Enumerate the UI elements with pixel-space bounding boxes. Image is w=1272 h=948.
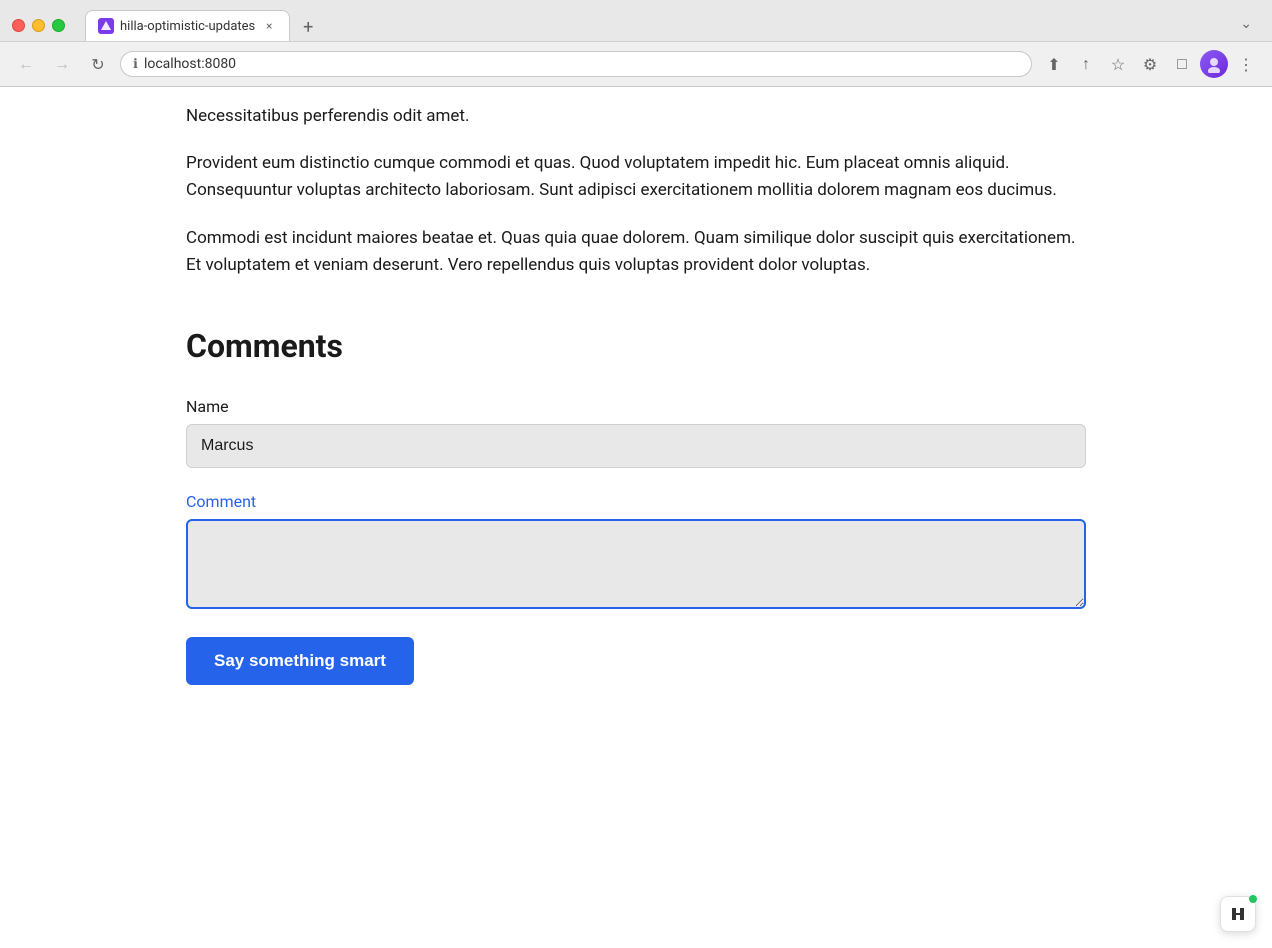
comment-textarea[interactable] — [186, 519, 1086, 609]
tab-close-button[interactable]: × — [261, 18, 277, 34]
tab-dropdown-button[interactable]: ⌄ — [1240, 16, 1252, 36]
paragraph-3: Commodi est incidunt maiores beatae et. … — [186, 225, 1086, 279]
share-button[interactable]: ↑ — [1072, 50, 1100, 78]
comment-field-group: Comment — [186, 492, 1086, 613]
submit-button[interactable]: Say something smart — [186, 637, 414, 685]
comments-heading: Comments — [186, 327, 1086, 365]
name-field-group: Name — [186, 397, 1086, 468]
comment-label: Comment — [186, 492, 1086, 511]
tab-favicon-icon — [98, 18, 114, 34]
comments-section: Comments Name Comment Say something smar… — [186, 327, 1086, 685]
close-window-button[interactable] — [12, 19, 25, 32]
name-input[interactable] — [186, 424, 1086, 468]
tab-bar: hilla-optimistic-updates × + — [85, 10, 1232, 41]
profile-avatar[interactable] — [1200, 50, 1228, 78]
back-button[interactable]: ← — [12, 50, 40, 78]
address-bar[interactable]: ℹ localhost:8080 — [120, 51, 1032, 77]
hilla-logo-icon — [1228, 904, 1248, 924]
maximize-window-button[interactable] — [52, 19, 65, 32]
active-tab[interactable]: hilla-optimistic-updates × — [85, 10, 290, 41]
browser-chrome: hilla-optimistic-updates × + ⌄ ← → ↻ ℹ l… — [0, 0, 1272, 87]
refresh-button[interactable]: ↻ — [84, 50, 112, 78]
nav-bar: ← → ↻ ℹ localhost:8080 ⬆ ↑ ☆ ⚙ □ ⋮ — [0, 41, 1272, 86]
minimize-window-button[interactable] — [32, 19, 45, 32]
new-tab-button[interactable]: + — [294, 13, 322, 41]
hilla-status-dot — [1249, 895, 1257, 903]
traffic-lights — [12, 19, 65, 32]
more-options-button[interactable]: ⋮ — [1232, 50, 1260, 78]
content-area: Necessitatibus perferendis odit amet. Pr… — [186, 87, 1086, 685]
title-bar: hilla-optimistic-updates × + ⌄ — [0, 0, 1272, 41]
extensions-button[interactable]: ⚙ — [1136, 50, 1164, 78]
sidebar-toggle-button[interactable]: □ — [1168, 50, 1196, 78]
security-icon: ℹ — [133, 57, 138, 72]
forward-button[interactable]: → — [48, 50, 76, 78]
name-label: Name — [186, 397, 1086, 416]
nav-actions: ⬆ ↑ ☆ ⚙ □ ⋮ — [1040, 50, 1260, 78]
paragraph-2: Provident eum distinctio cumque commodi … — [186, 150, 1086, 204]
tab-title: hilla-optimistic-updates — [120, 19, 255, 34]
bookmark-button[interactable]: ☆ — [1104, 50, 1132, 78]
avatar-image — [1200, 50, 1228, 78]
page-content: Necessitatibus perferendis odit amet. Pr… — [0, 87, 1272, 945]
paragraph-1: Necessitatibus perferendis odit amet. — [186, 103, 1086, 130]
hilla-badge[interactable] — [1220, 896, 1256, 932]
url-display: localhost:8080 — [144, 56, 1019, 72]
screenshot-button[interactable]: ⬆ — [1040, 50, 1068, 78]
